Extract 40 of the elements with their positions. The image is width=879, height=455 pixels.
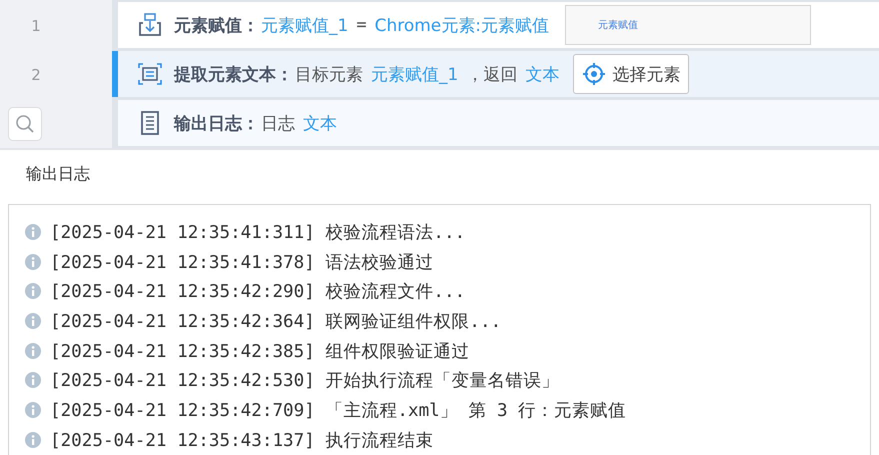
step-title: 输出日志： xyxy=(174,112,259,134)
step-parameter: Chrome元素:元素赋值 xyxy=(374,14,549,36)
log-line: [2025-04-21 12:35:42:709] 「主流程.xml」 第 3 行：元素赋值 xyxy=(50,400,626,422)
info-icon xyxy=(25,402,41,418)
step-parameter: 元素赋值_1 xyxy=(261,14,348,36)
search-icon xyxy=(15,114,35,134)
step-title: 提取元素文本： xyxy=(174,64,293,86)
log-line: [2025-04-21 12:35:42:290] 校验流程文件... xyxy=(50,281,466,304)
preview-text: 元素赋值 xyxy=(598,18,638,32)
log-line: [2025-04-21 12:35:42:385] 组件权限验证通过 xyxy=(50,340,470,363)
download-box-icon xyxy=(138,13,162,37)
step-row[interactable]: 提取元素文本：目标元素 元素赋值_1 ，返回 文本 选择元素 xyxy=(112,51,879,97)
step-parameter: 日志 xyxy=(261,112,295,134)
target-icon xyxy=(582,62,606,86)
step-parameter: 文本 xyxy=(525,64,560,86)
step-parameter: 元素赋值_1 xyxy=(371,64,458,86)
info-icon xyxy=(25,283,41,300)
log-line: [2025-04-21 12:35:42:364] 联网验证组件权限... xyxy=(50,310,502,333)
scan-text-icon xyxy=(138,62,162,86)
log-line: [2025-04-21 12:35:41:378] 语法校验通过 xyxy=(50,252,434,274)
info-icon xyxy=(25,254,41,270)
log-line: [2025-04-21 12:35:41:311] 校验流程语法... xyxy=(50,222,466,244)
info-icon xyxy=(25,342,41,359)
step-parameter: 目标元素 xyxy=(295,64,363,86)
step-parameter: = xyxy=(356,15,367,35)
log-line: [2025-04-21 12:35:42:530] 开始执行流程「变量名错误」 xyxy=(50,370,560,392)
info-icon xyxy=(25,312,41,329)
panel-title: 输出日志 xyxy=(25,163,91,185)
info-icon xyxy=(25,224,41,240)
info-icon xyxy=(25,432,41,448)
info-icon xyxy=(25,372,41,388)
search-button[interactable] xyxy=(8,106,42,141)
document-lines-icon xyxy=(138,111,162,135)
step-parameter: ，返回 xyxy=(466,64,518,86)
line-number: 2 xyxy=(30,66,42,84)
line-number: 1 xyxy=(30,17,42,36)
step-title: 元素赋值： xyxy=(174,14,259,36)
log-line: [2025-04-21 12:35:43:137] 执行流程结束 xyxy=(50,430,434,452)
select-element-button[interactable]: 选择元素 xyxy=(573,54,690,94)
step-parameter: 文本 xyxy=(303,112,337,134)
